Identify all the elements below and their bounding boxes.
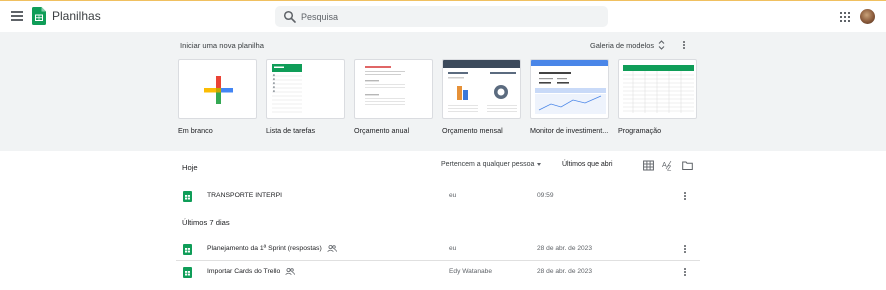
template-annual-budget-thumbnail[interactable]	[354, 59, 433, 119]
template-gallery-label: Galeria de modelos	[590, 40, 655, 50]
schedule-preview-icon	[623, 65, 694, 113]
search-input[interactable]	[301, 6, 601, 27]
file-owner: eu	[449, 192, 457, 199]
plus-icon	[204, 76, 233, 104]
file-name-text: TRANSPORTE INTERPI	[207, 192, 283, 199]
chevron-down-icon	[537, 163, 542, 166]
file-date: 09:59	[537, 192, 554, 199]
file-name: Planejamento da 1ª Sprint (respostas)	[207, 245, 337, 252]
top-bar: Planilhas	[0, 1, 886, 32]
file-name: Importar Cards do Trello	[207, 268, 296, 275]
more-options-icon[interactable]	[682, 192, 688, 202]
template-gallery-button[interactable]: Galeria de modelos	[590, 39, 665, 51]
sheets-home: Planilhas Iniciar uma nova planilha Gale…	[0, 0, 886, 290]
template-blank[interactable]: Em branco	[178, 59, 257, 135]
template-label: Monitor de investiment...	[530, 126, 609, 135]
templates-heading: Iniciar uma nova planilha	[180, 41, 265, 50]
account-avatar[interactable]	[860, 9, 875, 24]
template-label: Orçamento anual	[354, 126, 410, 135]
file-name-text: Importar Cards do Trello	[207, 268, 281, 275]
template-todo-list[interactable]: Lista de tarefas	[266, 59, 345, 135]
template-monthly-budget-thumbnail[interactable]	[442, 59, 521, 119]
grid-view-icon[interactable]	[643, 160, 654, 171]
template-annual-budget[interactable]: Orçamento anual	[354, 59, 433, 135]
menu-icon[interactable]	[11, 11, 23, 21]
template-label: Orçamento mensal	[442, 126, 503, 135]
file-row[interactable]: Planejamento da 1ª Sprint (respostas) eu…	[176, 239, 700, 261]
file-row[interactable]: Importar Cards do Trello Edy Watanabe 28…	[176, 262, 700, 284]
apps-grid-icon[interactable]	[840, 12, 850, 22]
template-gallery: Iniciar uma nova planilha Galeria de mod…	[0, 32, 886, 151]
template-todo-thumbnail[interactable]	[266, 59, 345, 119]
search-icon[interactable]	[283, 10, 297, 24]
more-options-icon[interactable]	[682, 245, 688, 255]
folder-icon[interactable]	[682, 160, 693, 171]
file-name: TRANSPORTE INTERPI	[207, 192, 282, 199]
sheets-file-icon	[183, 244, 192, 255]
templates-more-icon[interactable]	[681, 41, 687, 51]
sheets-logo-icon[interactable]	[32, 7, 46, 25]
owner-filter-dropdown[interactable]: Pertencem a qualquer pessoa	[441, 161, 542, 168]
file-row[interactable]: TRANSPORTE INTERPI eu 09:59	[176, 186, 700, 208]
file-date: 28 de abr. de 2023	[537, 268, 592, 275]
template-schedule[interactable]: Programação	[618, 59, 697, 135]
template-investment-thumbnail[interactable]	[530, 59, 609, 119]
shared-people-icon	[285, 268, 296, 275]
template-schedule-thumbnail[interactable]	[618, 59, 697, 119]
template-label: Lista de tarefas	[266, 126, 316, 135]
investment-preview-icon	[531, 60, 608, 114]
template-investment-monitor[interactable]: Monitor de investiment...	[530, 59, 609, 135]
template-label: Programação	[618, 126, 662, 135]
file-owner: Edy Watanabe	[449, 268, 493, 275]
template-blank-thumbnail[interactable]	[178, 59, 257, 119]
file-owner: eu	[449, 245, 457, 252]
file-date: 28 de abr. de 2023	[537, 245, 592, 252]
more-options-icon[interactable]	[682, 268, 688, 278]
section-last7-title: Últimos 7 dias	[182, 218, 230, 227]
template-label: Em branco	[178, 126, 213, 135]
annual-budget-preview-icon	[365, 66, 405, 105]
sheets-file-icon	[183, 267, 192, 278]
template-monthly-budget[interactable]: Orçamento mensal	[442, 59, 521, 135]
todo-preview-icon	[272, 64, 302, 113]
sheets-file-icon	[183, 191, 192, 202]
monthly-budget-preview-icon	[443, 60, 520, 112]
shared-people-icon	[327, 245, 337, 252]
unfold-more-icon	[658, 40, 665, 50]
section-today-title: Hoje	[182, 163, 198, 172]
search-box[interactable]	[275, 6, 608, 27]
sort-az-icon[interactable]: A Z	[662, 160, 673, 171]
sort-dropdown[interactable]: Últimos que abri	[562, 161, 613, 168]
owner-filter-label: Pertencem a qualquer pessoa	[441, 161, 535, 168]
file-name-text: Planejamento da 1ª Sprint (respostas)	[207, 245, 322, 252]
app-title[interactable]: Planilhas	[52, 9, 101, 23]
